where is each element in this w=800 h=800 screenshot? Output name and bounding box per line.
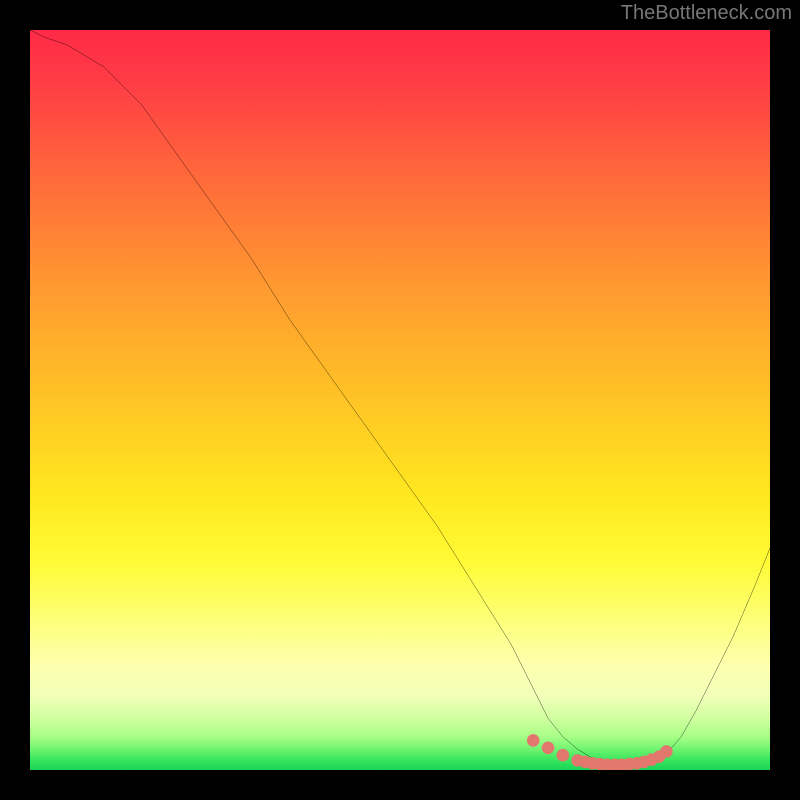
watermark-text: TheBottleneck.com [621, 2, 792, 25]
highlight-dot [542, 742, 555, 755]
chart-container: TheBottleneck.com [0, 0, 800, 800]
curve-svg [30, 30, 770, 770]
plot-area [30, 30, 770, 770]
highlight-dot [527, 734, 540, 747]
highlight-dot [660, 745, 673, 758]
highlight-dots [527, 734, 673, 770]
bottleneck-curve [30, 30, 770, 766]
highlight-dot [557, 749, 570, 762]
